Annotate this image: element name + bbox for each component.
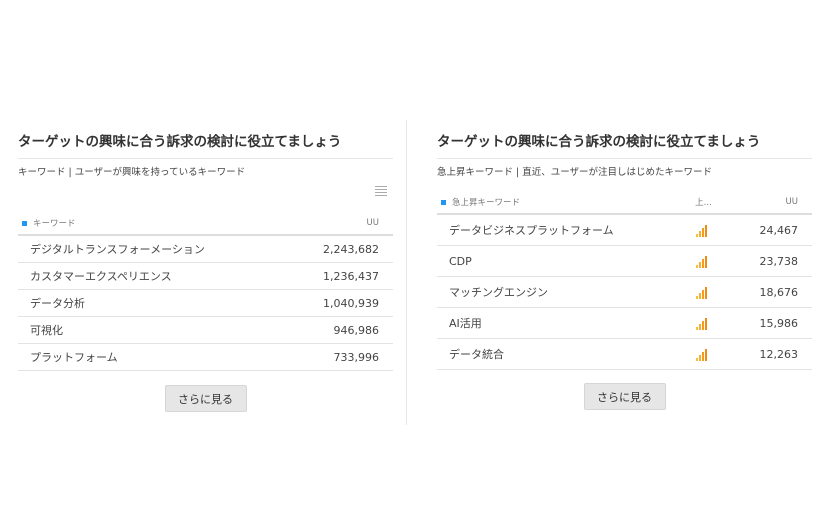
table-row: データビジネスプラットフォーム 24,467 — [437, 214, 812, 246]
keyword-cell: デジタルトランスフォーメーション — [18, 235, 279, 263]
series-marker-icon — [22, 221, 27, 226]
uu-cell: 1,040,939 — [278, 289, 393, 317]
table-row: マッチングエンジン 18,676 — [437, 276, 812, 308]
column-header-uu[interactable]: UU — [723, 191, 812, 215]
title-divider — [437, 158, 812, 159]
trending-keyword-table: 急上昇キーワード 上... UU データビジネスプラットフォーム 24,467 C… — [437, 191, 812, 370]
see-more-button[interactable]: さらに見る — [583, 383, 666, 410]
keyword-cell: データビジネスプラットフォーム — [437, 214, 680, 246]
panel-divider — [406, 120, 407, 425]
keyword-table: キーワード UU デジタルトランスフォーメーション 2,243,682 カスタマー… — [18, 212, 393, 371]
panel-subtitle: キーワード | ユーザーが興味を持っているキーワード — [18, 167, 246, 178]
trend-cell — [679, 214, 724, 246]
trend-cell — [679, 338, 724, 370]
keyword-cell: プラットフォーム — [18, 343, 279, 371]
uu-cell: 2,243,682 — [278, 235, 393, 263]
rising-bars-icon — [695, 255, 707, 268]
keyword-cell: データ統合 — [437, 338, 680, 370]
trend-cell — [679, 245, 724, 277]
title-divider — [18, 158, 393, 159]
table-row: AI活用 15,986 — [437, 307, 812, 339]
uu-cell: 946,986 — [278, 316, 393, 344]
uu-cell: 733,996 — [278, 343, 393, 371]
keyword-panel: ターゲットの興味に合う訴求の検討に役立てましょう キーワード | ユーザーが興味… — [18, 120, 393, 412]
keyword-cell: CDP — [437, 245, 680, 277]
trend-cell — [679, 307, 724, 339]
uu-cell: 18,676 — [723, 276, 812, 308]
keyword-cell: カスタマーエクスペリエンス — [18, 262, 279, 290]
rising-bars-icon — [695, 317, 707, 330]
panel-title: ターゲットの興味に合う訴求の検討に役立てましょう — [18, 134, 342, 150]
column-header-keyword[interactable]: 急上昇キーワード — [437, 191, 680, 215]
table-row: カスタマーエクスペリエンス 1,236,437 — [18, 262, 393, 290]
panel-subtitle: 急上昇キーワード | 直近、ユーザーが注目しはじめたキーワード — [437, 167, 713, 178]
list-menu-icon[interactable] — [375, 186, 387, 198]
keyword-cell: AI活用 — [437, 307, 680, 339]
table-row: プラットフォーム 733,996 — [18, 343, 393, 371]
column-header-uu[interactable]: UU — [278, 212, 393, 236]
uu-cell: 12,263 — [723, 338, 812, 370]
rising-bars-icon — [695, 286, 707, 299]
panel-title: ターゲットの興味に合う訴求の検討に役立てましょう — [437, 134, 761, 150]
see-more-button[interactable]: さらに見る — [164, 385, 247, 412]
keyword-cell: 可視化 — [18, 316, 279, 344]
table-row: データ分析 1,040,939 — [18, 289, 393, 317]
series-marker-icon — [441, 200, 446, 205]
uu-cell: 23,738 — [723, 245, 812, 277]
column-header-trend[interactable]: 上... — [679, 191, 724, 215]
uu-cell: 24,467 — [723, 214, 812, 246]
uu-cell: 15,986 — [723, 307, 812, 339]
uu-cell: 1,236,437 — [278, 262, 393, 290]
table-row: デジタルトランスフォーメーション 2,243,682 — [18, 235, 393, 263]
column-header-keyword[interactable]: キーワード — [18, 212, 279, 236]
rising-bars-icon — [695, 348, 707, 361]
table-header-row: キーワード UU — [18, 212, 393, 236]
trend-cell — [679, 276, 724, 308]
keyword-cell: マッチングエンジン — [437, 276, 680, 308]
rising-bars-icon — [695, 224, 707, 237]
table-header-row: 急上昇キーワード 上... UU — [437, 191, 812, 215]
table-row: CDP 23,738 — [437, 245, 812, 277]
table-row: 可視化 946,986 — [18, 316, 393, 344]
table-row: データ統合 12,263 — [437, 338, 812, 370]
trending-keyword-panel: ターゲットの興味に合う訴求の検討に役立てましょう 急上昇キーワード | 直近、ユ… — [437, 120, 812, 410]
keyword-cell: データ分析 — [18, 289, 279, 317]
